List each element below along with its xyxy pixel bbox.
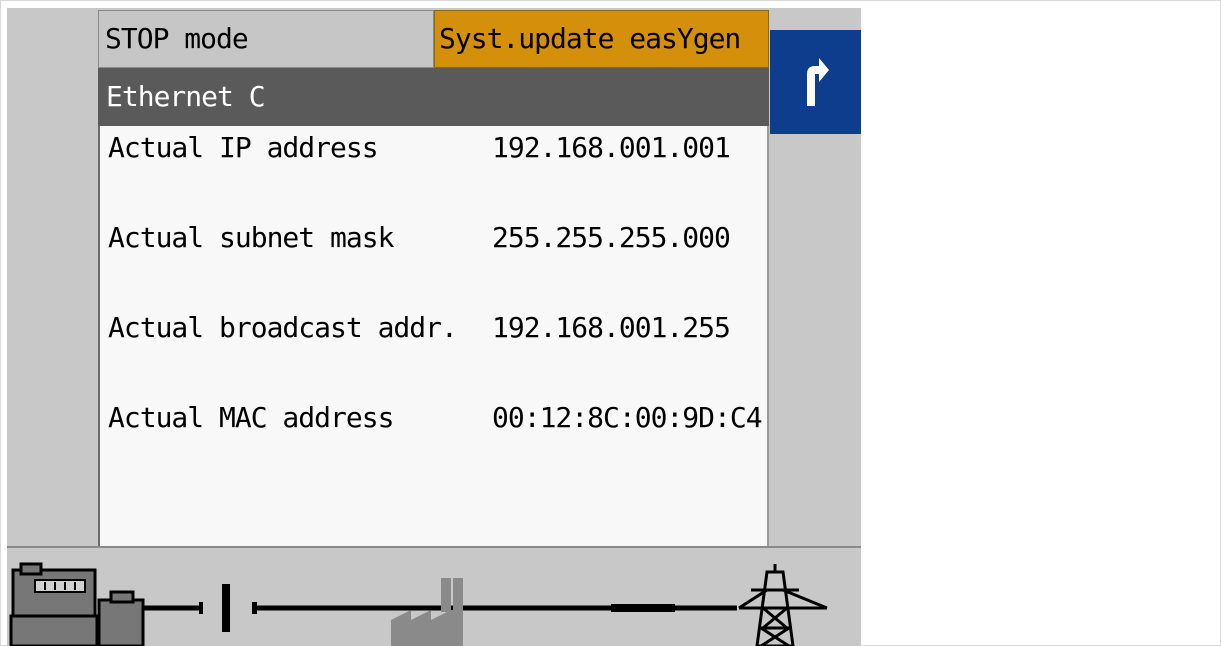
breaker-open-icon	[199, 584, 257, 632]
window-frame: STOP mode Syst.update easYgen Ethernet C…	[0, 0, 1221, 646]
back-button[interactable]	[770, 30, 861, 134]
parameter-list: Actual IP address 192.168.001.001 Actual…	[98, 126, 769, 546]
load-factory-icon	[391, 578, 463, 646]
list-item[interactable]: Actual broadcast addr. 192.168.001.255	[100, 308, 767, 348]
list-item[interactable]: Actual MAC address 00:12:8C:00:9D:C4	[100, 398, 767, 438]
subnet-mask-value: 255.255.255.000	[492, 221, 731, 254]
ip-address-value: 192.168.001.001	[492, 131, 731, 164]
broadcast-address-value: 192.168.001.255	[492, 311, 731, 344]
single-line-diagram	[7, 548, 861, 646]
turn-arrow-icon	[806, 58, 829, 106]
mac-address-label: Actual MAC address	[108, 401, 394, 434]
subnet-mask-label: Actual subnet mask	[108, 221, 394, 254]
operating-mode-indicator: STOP mode	[98, 10, 434, 68]
broadcast-address-label: Actual broadcast addr.	[108, 311, 458, 344]
page-title: Ethernet C	[98, 68, 769, 126]
alarm-message[interactable]: Syst.update easYgen	[434, 10, 769, 68]
ip-address-label: Actual IP address	[108, 131, 379, 164]
list-item[interactable]: Actual subnet mask 255.255.255.000	[100, 218, 767, 258]
mac-address-value: 00:12:8C:00:9D:C4	[492, 401, 763, 434]
list-item[interactable]: Actual IP address 192.168.001.001	[100, 128, 767, 168]
mains-tower-icon	[738, 564, 828, 646]
hmi-screen: STOP mode Syst.update easYgen Ethernet C…	[7, 8, 861, 646]
generator-icon	[9, 562, 145, 646]
